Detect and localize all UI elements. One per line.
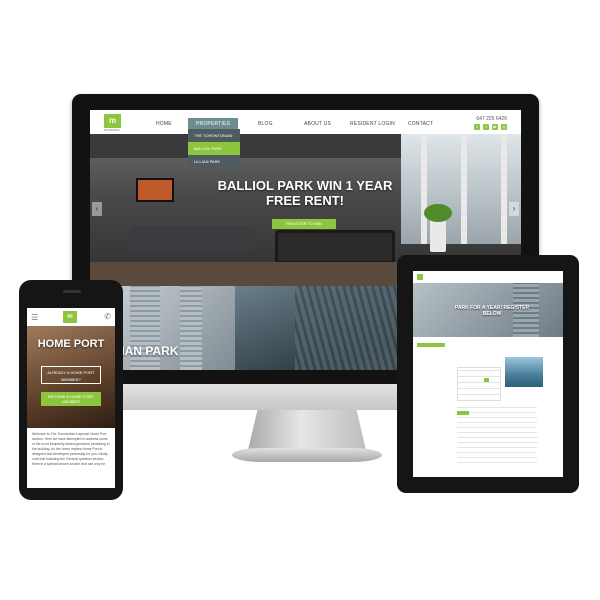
phone-logo[interactable]: m — [63, 311, 77, 323]
nav-home[interactable]: HOME — [156, 121, 172, 127]
tablet-hero-title: PARK FOR A YEAR! REGISTER BELOW — [454, 305, 530, 317]
chevron-left-icon[interactable]: ‹ — [92, 202, 102, 216]
logo[interactable]: m — [104, 114, 121, 128]
instagram-icon[interactable]: ◎ — [501, 124, 507, 130]
phone-device: ☰ m ✆ HOME PORT ALREADY A HOME PORT MEMB… — [19, 280, 123, 500]
phone-screen: ☰ m ✆ HOME PORT ALREADY A HOME PORT MEMB… — [27, 308, 115, 488]
social-links: t f ▶ ◎ — [474, 124, 507, 130]
facebook-icon[interactable]: f — [483, 124, 489, 130]
tablet-screen: PARK FOR A YEAR! REGISTER BELOW — [413, 271, 563, 477]
youtube-icon[interactable]: ▶ — [492, 124, 498, 130]
chevron-right-icon[interactable]: › — [509, 202, 519, 216]
tablet-device: PARK FOR A YEAR! REGISTER BELOW — [397, 255, 579, 493]
register-to-win-button[interactable]: REGISTER TO WIN — [272, 219, 336, 229]
nav-about-us[interactable]: ABOUT US — [304, 121, 331, 127]
twitter-icon[interactable]: t — [474, 124, 480, 130]
phone-number[interactable]: 647 225 6426 — [476, 116, 507, 122]
phone-call-icon[interactable]: ✆ — [104, 312, 111, 321]
tablet-form-lines — [457, 407, 537, 467]
tablet-sidebar-button[interactable] — [417, 343, 445, 347]
hero-title: BALLIOL PARK WIN 1 YEAR FREE RENT! — [217, 178, 393, 208]
monitor-base — [232, 448, 382, 462]
tablet-calendar[interactable] — [457, 367, 501, 401]
dropdown-item-torontonian[interactable]: THE TORONTONIAN — [188, 129, 240, 142]
monitor-stand — [248, 410, 366, 450]
tablet-button[interactable] — [457, 411, 469, 415]
hero-tv-image — [136, 178, 174, 202]
menu-icon[interactable]: ☰ — [31, 313, 38, 322]
phone-hero-title: HOME PORT — [37, 338, 105, 350]
already-member-button[interactable]: ALREADY A HOME PORT MEMBER? — [41, 366, 101, 384]
pool-table-image — [275, 230, 395, 264]
dropdown-item-balliol-park[interactable]: BALLIOL PARK — [188, 142, 240, 155]
tablet-hero: PARK FOR A YEAR! REGISTER BELOW — [413, 283, 563, 337]
logo-text: DAYNAMIC — [104, 128, 120, 132]
phone-speaker — [63, 290, 81, 293]
nav-resident-login[interactable]: RESIDENT LOGIN — [350, 121, 395, 127]
properties-dropdown: THE TORONTONIAN BALLIOL PARK LILLIAN PAR… — [188, 129, 240, 168]
dropdown-item-lillian-park[interactable]: LILLIAN PARK — [188, 155, 240, 168]
tablet-sidebar — [417, 341, 445, 347]
become-member-button[interactable]: BECOME A HOME PORT MEMBER — [41, 392, 101, 406]
nav-contact[interactable]: CONTACT — [408, 121, 433, 127]
nav-blog[interactable]: BLOG — [258, 121, 273, 127]
phone-body-text: Welcome to The Torontonian's special Hom… — [32, 432, 110, 466]
tablet-photo — [505, 357, 543, 387]
tablet-header — [413, 271, 563, 283]
tablet-logo[interactable] — [417, 274, 423, 280]
phone-header: ☰ m ✆ — [27, 308, 115, 326]
phone-hero: HOME PORT ALREADY A HOME PORT MEMBER? BE… — [27, 326, 115, 428]
site-header: m DAYNAMIC HOME PROPERTIES BLOG ABOUT US… — [90, 110, 521, 134]
